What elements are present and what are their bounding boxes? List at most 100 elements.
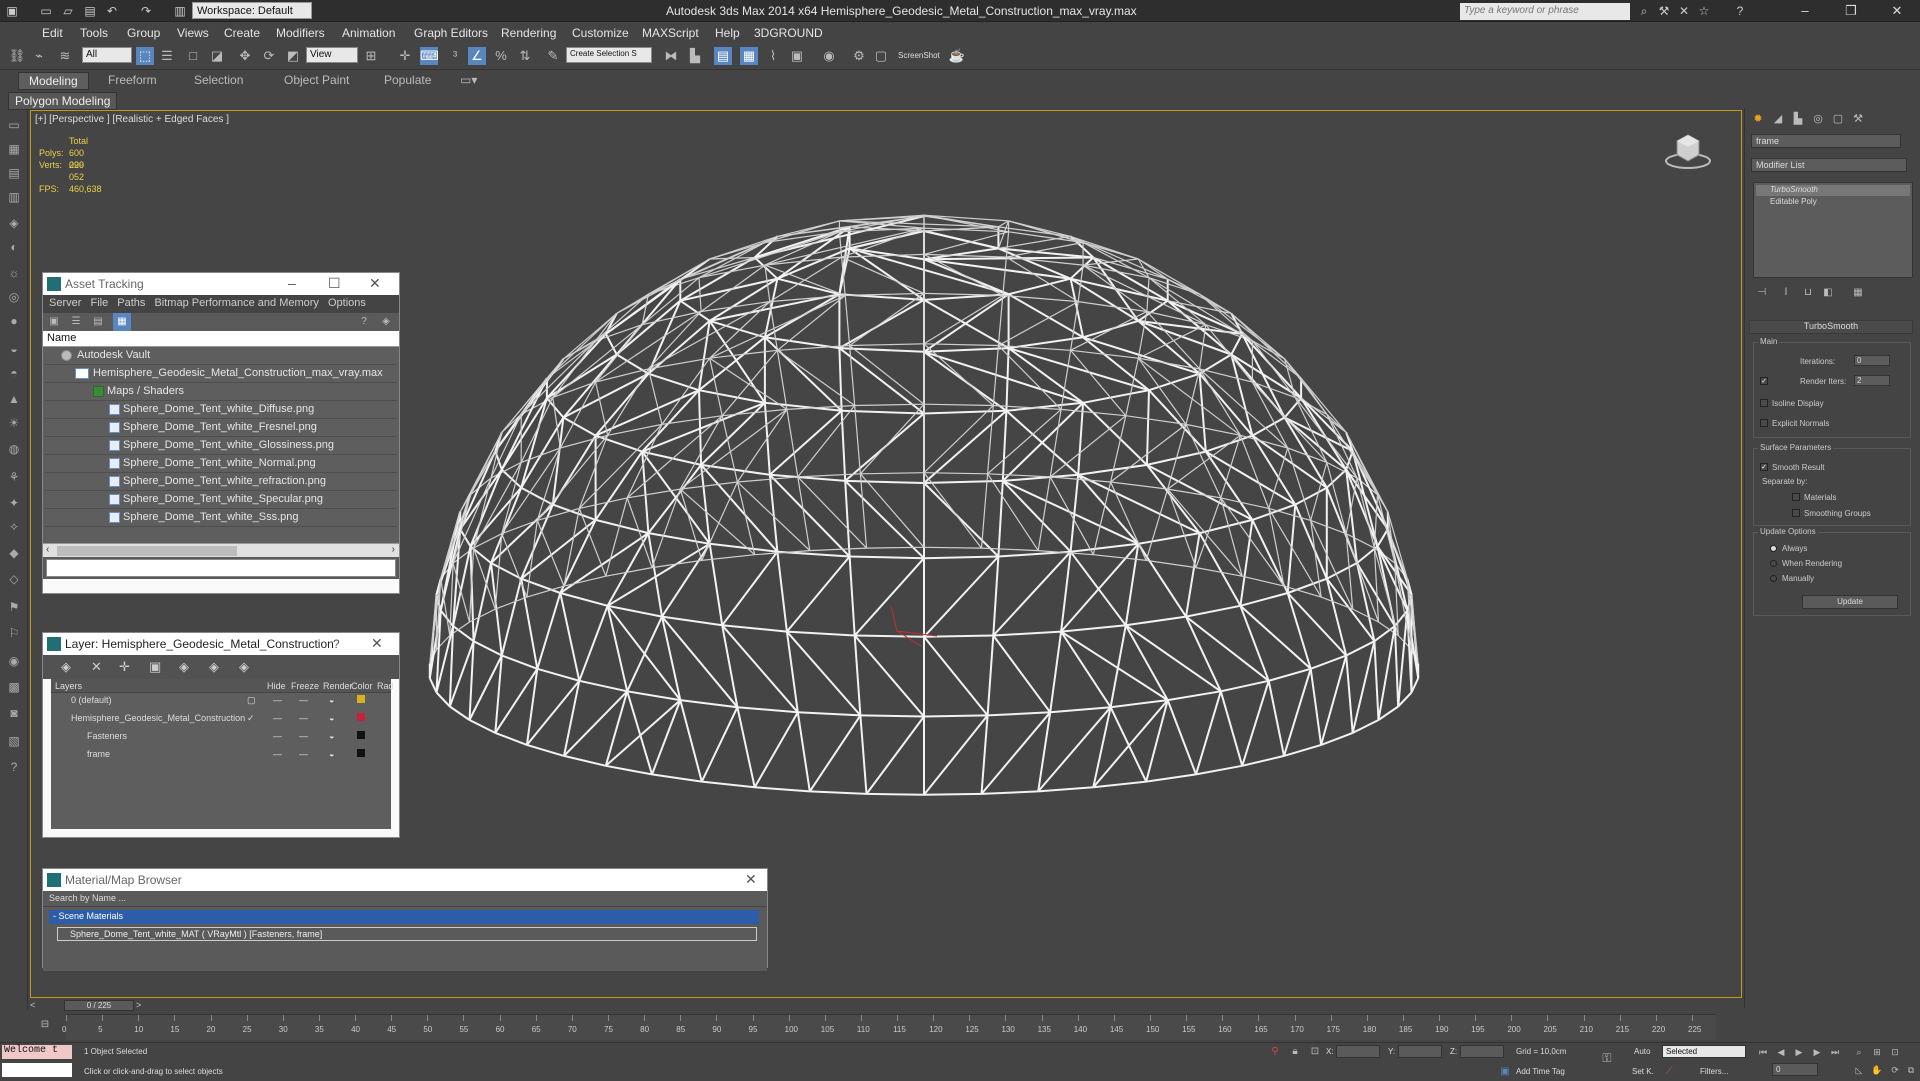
col-render[interactable]: Render bbox=[323, 681, 353, 691]
new-file-icon[interactable]: ▭ bbox=[38, 3, 54, 19]
link-icon[interactable]: ⛓ bbox=[8, 47, 26, 65]
zoom-extents-icon[interactable]: ⊡ bbox=[1886, 1043, 1904, 1061]
tree-row-map[interactable]: Sphere_Dome_Tent_white_Sss.png bbox=[45, 509, 397, 527]
current-frame-field[interactable]: 0 bbox=[1772, 1063, 1818, 1076]
layout-tool-icon[interactable]: ◆ bbox=[6, 546, 22, 562]
x-coordinate-field[interactable] bbox=[1336, 1045, 1380, 1058]
minimize-button[interactable]: – bbox=[1790, 2, 1820, 20]
make-unique-icon[interactable]: ⊔ bbox=[1799, 284, 1817, 302]
active-layer-check-icon[interactable]: ✓ bbox=[247, 713, 255, 724]
maximize-button[interactable]: ❐ bbox=[1836, 2, 1866, 20]
isolate-icon[interactable]: ⚲ bbox=[1266, 1043, 1284, 1061]
move-icon[interactable]: ✥ bbox=[236, 47, 254, 65]
menu-bitmap-performance[interactable]: Bitmap Performance and Memory bbox=[154, 295, 318, 309]
menu-customize[interactable]: Customize bbox=[572, 26, 629, 40]
remove-modifier-icon[interactable]: ◧ bbox=[1819, 284, 1837, 302]
graphite-toggle-icon[interactable]: ▦ bbox=[740, 47, 758, 65]
menu-help[interactable]: Help bbox=[715, 26, 740, 40]
hide-all-icon[interactable]: ◈ bbox=[209, 659, 219, 675]
tab-populate[interactable]: Populate bbox=[384, 73, 431, 87]
key-mode-dropdown[interactable]: Selected bbox=[1662, 1045, 1746, 1058]
menu-paths[interactable]: Paths bbox=[117, 295, 145, 309]
reference-coordinate-dropdown[interactable]: View bbox=[306, 47, 358, 63]
refresh-icon[interactable]: ▣ bbox=[45, 313, 63, 331]
menu-options[interactable]: Options bbox=[328, 295, 366, 309]
menu-maxscript[interactable]: MAXScript bbox=[642, 26, 699, 40]
layout-tool-icon[interactable]: ☼ bbox=[6, 266, 22, 282]
layout-tool-icon[interactable]: ● bbox=[6, 314, 22, 330]
tree-row-map[interactable]: Sphere_Dome_Tent_white_Glossiness.png bbox=[45, 437, 397, 455]
rendered-frame-icon[interactable]: ▢ bbox=[872, 47, 890, 65]
prev-frame-icon[interactable]: ◀ bbox=[1772, 1043, 1790, 1061]
layout-tool-icon[interactable]: ⚑ bbox=[6, 600, 22, 616]
redo-icon[interactable]: ↷ bbox=[138, 3, 154, 19]
tree-row-map[interactable]: Sphere_Dome_Tent_white_refraction.png bbox=[45, 473, 397, 491]
show-end-result-icon[interactable]: Ⅰ bbox=[1777, 284, 1795, 302]
render-iters-checkbox[interactable]: ✓ bbox=[1760, 377, 1768, 385]
col-freeze[interactable]: Freeze bbox=[291, 681, 319, 691]
col-color[interactable]: Color bbox=[351, 681, 373, 691]
next-frame-icon[interactable]: ▶ bbox=[1808, 1043, 1826, 1061]
layout-tool-icon[interactable]: ▧ bbox=[6, 734, 22, 750]
layout-tool-icon[interactable]: ▲ bbox=[6, 392, 22, 408]
add-to-layer-icon[interactable]: ✛ bbox=[119, 659, 130, 675]
open-file-icon[interactable]: ▱ bbox=[60, 3, 76, 19]
layout-tool-icon[interactable]: ⚘ bbox=[6, 470, 22, 486]
layer-color-swatch[interactable] bbox=[357, 695, 365, 703]
layout-tool-icon[interactable]: ▤ bbox=[6, 166, 22, 182]
tab-freeform[interactable]: Freeform bbox=[108, 73, 157, 87]
motion-tab-icon[interactable]: ◎ bbox=[1809, 110, 1827, 128]
explicit-normals-checkbox[interactable] bbox=[1760, 419, 1768, 427]
help-icon[interactable]: ? bbox=[1732, 3, 1748, 19]
track-bar-toggle-icon[interactable]: ⊟ bbox=[36, 1016, 54, 1034]
add-time-tag[interactable]: Add Time Tag bbox=[1516, 1067, 1565, 1076]
layout-tool-icon[interactable]: ▦ bbox=[6, 142, 22, 158]
teapot-icon[interactable]: ◒ bbox=[329, 749, 334, 759]
project-folder-icon[interactable]: ▥ bbox=[172, 3, 188, 19]
render-production-icon[interactable]: ☕ bbox=[948, 47, 966, 65]
key-filters-button[interactable]: Filters... bbox=[1700, 1067, 1728, 1076]
tab-modeling[interactable]: Modeling bbox=[18, 72, 89, 90]
isoline-checkbox[interactable] bbox=[1760, 399, 1768, 407]
time-prev-icon[interactable]: < bbox=[30, 1000, 35, 1010]
snaps-toggle-icon[interactable]: ³ bbox=[446, 47, 464, 65]
layer-help-button[interactable]: ? bbox=[333, 637, 340, 651]
turbosmooth-rollout[interactable]: TurboSmooth bbox=[1749, 320, 1913, 334]
tree-row-map[interactable]: Sphere_Dome_Tent_white_Specular.png bbox=[45, 491, 397, 509]
absolute-mode-icon[interactable]: ⊡ bbox=[1306, 1043, 1324, 1061]
layout-tool-icon[interactable]: ◈ bbox=[6, 216, 22, 232]
close-button[interactable]: ✕ bbox=[745, 871, 757, 888]
pan-icon[interactable]: ✋ bbox=[1868, 1061, 1886, 1079]
layout-tool-icon[interactable]: ☀ bbox=[6, 416, 22, 432]
scroll-left-icon[interactable]: ‹ bbox=[46, 544, 49, 555]
update-button[interactable]: Update bbox=[1802, 595, 1898, 609]
menu-3dground[interactable]: 3DGROUND bbox=[754, 26, 823, 40]
rectangular-selection-icon[interactable]: □ bbox=[184, 47, 202, 65]
save-icon[interactable]: ▤ bbox=[82, 3, 98, 19]
layout-tool-icon[interactable]: ◙ bbox=[6, 706, 22, 722]
layer-color-swatch[interactable] bbox=[357, 713, 365, 721]
goto-start-icon[interactable]: ⏮ bbox=[1754, 1043, 1772, 1061]
zoom-icon[interactable]: ⌕ bbox=[1850, 1043, 1868, 1061]
app-logo-icon[interactable]: ▣ bbox=[4, 3, 20, 19]
layout-tool-icon[interactable]: ◍ bbox=[6, 442, 22, 458]
manually-radio[interactable] bbox=[1770, 575, 1777, 582]
display-tab-icon[interactable]: ▢ bbox=[1829, 110, 1847, 128]
layer-manager-icon[interactable]: ▤ bbox=[714, 47, 732, 65]
close-button[interactable]: ✕ bbox=[1882, 2, 1912, 20]
scrollbar-thumb[interactable] bbox=[57, 546, 237, 556]
rotate-icon[interactable]: ⟳ bbox=[260, 47, 278, 65]
modify-tab-icon[interactable]: ◢ bbox=[1769, 110, 1787, 128]
tab-object-paint[interactable]: Object Paint bbox=[284, 73, 349, 87]
mirror-icon[interactable]: ⧓ bbox=[662, 47, 680, 65]
communication-icon[interactable]: ✕ bbox=[1676, 3, 1692, 19]
workspace-dropdown[interactable]: Workspace: Default bbox=[192, 2, 312, 19]
col-layers[interactable]: Layers bbox=[55, 681, 82, 691]
select-manipulate-icon[interactable]: ✛ bbox=[396, 47, 414, 65]
help-search-input[interactable]: Type a keyword or phrase bbox=[1460, 3, 1630, 20]
horizontal-scrollbar[interactable]: ‹ › bbox=[43, 543, 399, 557]
stack-item-turbosmooth[interactable]: TurboSmooth bbox=[1756, 185, 1910, 196]
maxscript-input[interactable] bbox=[2, 1063, 72, 1077]
help-icon[interactable]: ? bbox=[6, 760, 22, 776]
align-icon[interactable]: ▙ bbox=[686, 47, 704, 65]
